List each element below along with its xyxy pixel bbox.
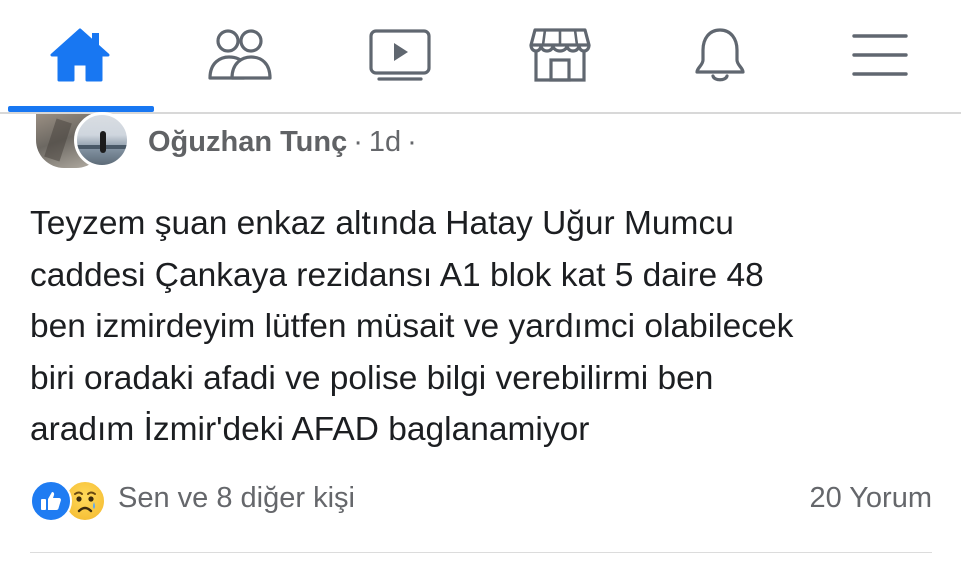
comments-count[interactable]: 20 Yorum — [809, 482, 932, 515]
reaction-icons[interactable] — [30, 480, 112, 522]
store-icon — [529, 27, 591, 83]
post-text-line: biri oradaki afadi ve polise bilgi vereb… — [30, 359, 714, 397]
author-meta-line: Oğuzhan Tunç · 1d · — [148, 124, 423, 160]
friends-icon — [207, 28, 273, 82]
post-text-line: Teyzem şuan enkaz altında Hatay Uğur Mum… — [30, 205, 734, 242]
bell-icon — [692, 26, 748, 84]
reactions-row: Sen ve 8 diğer kişi 20 Yorum — [30, 478, 932, 524]
home-icon — [50, 27, 110, 83]
meta-separator: · — [353, 125, 363, 158]
nav-menu-tab[interactable] — [800, 0, 960, 110]
video-icon — [369, 29, 431, 81]
top-navigation-bar — [0, 0, 961, 113]
meta-trailing-separator: · — [407, 125, 417, 158]
post-text-line: aradım İzmir'deki AFAD baglanamiyor — [30, 411, 590, 448]
like-icon — [30, 480, 72, 522]
author-name[interactable]: Oğuzhan Tunç — [148, 126, 347, 159]
reaction-summary[interactable]: Sen ve 8 diğer kişi — [118, 482, 355, 515]
nav-watch-tab[interactable] — [320, 0, 480, 110]
post-header: Oğuzhan Tunç · 1d · — [0, 112, 961, 172]
nav-marketplace-tab[interactable] — [480, 0, 640, 110]
post-text: Teyzem şuan enkaz altında Hatay Uğur Mum… — [30, 198, 950, 456]
hamburger-icon — [851, 32, 909, 78]
avatar-group[interactable] — [30, 112, 140, 169]
post-text-line: ben izmirdeyim lütfen müsait ve yardımci… — [30, 308, 794, 345]
nav-notifications-tab[interactable] — [640, 0, 800, 110]
post-actions-divider — [30, 552, 932, 553]
post-text-line: caddesi Çankaya rezidansı A1 blok kat 5 … — [30, 256, 764, 294]
avatar — [74, 112, 130, 168]
nav-friends-tab[interactable] — [160, 0, 320, 110]
facebook-mobile-screen: Oğuzhan Tunç · 1d · Teyzem şuan enkaz al… — [0, 0, 961, 561]
post-timestamp[interactable]: 1d — [369, 126, 401, 159]
nav-home-tab[interactable] — [0, 0, 160, 110]
